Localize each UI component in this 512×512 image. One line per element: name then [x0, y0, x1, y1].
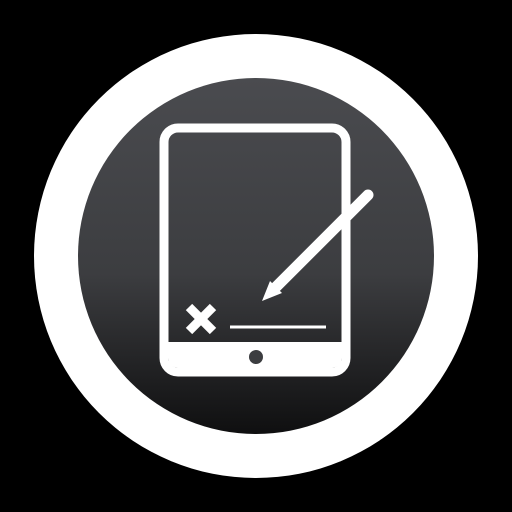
tablet-signature-icon: [34, 34, 478, 478]
app-icon: [0, 0, 512, 512]
home-button-icon: [249, 350, 263, 364]
